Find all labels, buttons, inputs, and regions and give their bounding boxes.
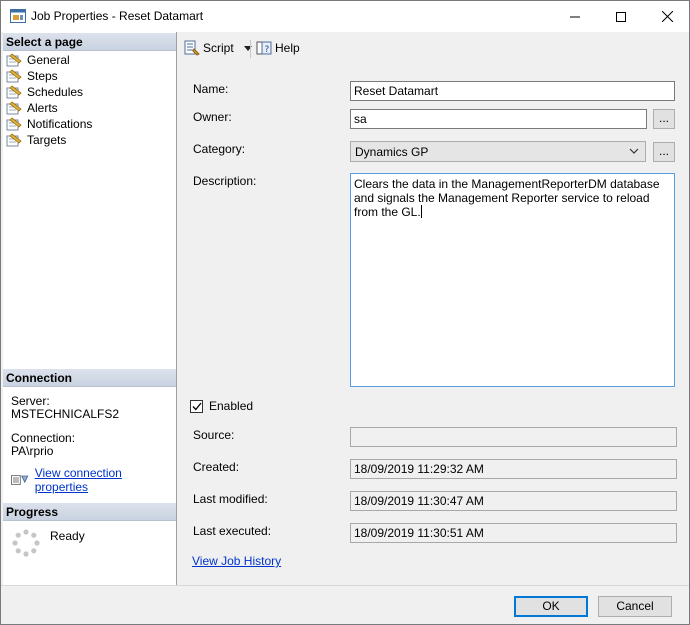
page-item-alerts[interactable]: Alerts [6,100,92,116]
connection-header: Connection [3,369,176,387]
wrench-page-icon [6,117,22,131]
connection-properties-icon [11,475,29,485]
page-item-targets[interactable]: Targets [6,132,92,148]
page-item-label: Alerts [27,101,58,115]
progress-header: Progress [3,503,176,521]
text-caret [420,205,422,218]
enabled-label: Enabled [209,399,254,413]
page-item-label: General [27,53,70,67]
svg-text:?: ? [265,45,270,55]
help-icon: ? [256,41,272,55]
source-label: Source: [193,428,235,442]
owner-field[interactable]: sa [350,109,647,129]
job-properties-dialog: Job Properties - Reset Datamart Select a… [0,0,690,625]
close-button[interactable] [644,1,690,32]
source-field [350,427,677,447]
progress-spinner-icon [12,529,40,557]
owner-label: Owner: [193,110,232,124]
category-selected: Dynamics GP [355,145,429,159]
name-label: Name: [193,82,229,96]
wrench-page-icon [6,53,22,67]
script-icon [184,40,200,56]
view-connection-properties[interactable]: View connection properties [11,466,176,494]
minimize-button[interactable] [552,1,598,32]
view-job-history-link[interactable]: View Job History [192,554,281,568]
category-browse-button[interactable]: ... [653,142,675,162]
page-item-label: Notifications [27,117,93,131]
window-title: Job Properties - Reset Datamart [31,9,204,23]
page-item-general[interactable]: General [6,52,92,68]
help-button[interactable]: ? Help [256,40,300,56]
app-icon [10,9,26,23]
page-item-label: Targets [27,133,67,147]
enabled-checkbox[interactable]: Enabled [190,399,253,413]
server-value: MSTECHNICALFS2 [11,407,120,421]
script-label: Script [203,41,234,55]
title-bar: Job Properties - Reset Datamart [1,1,689,32]
description-text: Clears the data in the ManagementReporte… [354,177,663,219]
wrench-page-icon [6,69,22,83]
wrench-page-icon [6,133,22,147]
maximize-icon [616,11,626,22]
last-modified-label: Last modified: [193,492,268,506]
general-page: Name: Reset Datamart Owner: sa ... Categ… [178,67,689,585]
page-item-label: Steps [27,69,58,83]
close-icon [661,11,673,22]
page-item-schedules[interactable]: Schedules [6,84,92,100]
page-list: General Steps Schedules Alerts Notifications… [6,52,92,148]
page-item-label: Schedules [27,85,84,99]
enabled-check-box[interactable] [190,399,203,413]
ok-button[interactable]: OK [514,596,588,617]
chevron-down-icon [629,148,639,154]
checkmark-icon [192,402,202,410]
dialog-footer: OK Cancel [1,585,689,624]
toolbar-separator [250,40,251,58]
wrench-page-icon [6,85,22,99]
help-label: Help [275,41,300,55]
cancel-button[interactable]: Cancel [598,596,672,617]
connection-value: PA\rprio [11,444,54,458]
created-label: Created: [193,460,240,474]
created-field: 18/09/2019 11:29:32 AM [350,459,677,479]
owner-browse-button[interactable]: ... [653,109,675,129]
page-item-notifications[interactable]: Notifications [6,116,92,132]
last-modified-field: 18/09/2019 11:30:47 AM [350,491,677,511]
left-pane: Select a page General Steps Schedules Alert… [3,32,177,585]
progress-status: Ready [50,529,85,543]
name-field[interactable]: Reset Datamart [350,81,675,101]
last-executed-label: Last executed: [193,524,272,538]
select-page-header: Select a page [3,33,176,51]
description-label: Description: [193,174,257,188]
category-dropdown[interactable]: Dynamics GP [350,141,646,162]
description-field[interactable]: Clears the data in the ManagementReporte… [350,173,675,387]
wrench-page-icon [6,101,22,115]
maximize-button[interactable] [598,1,644,32]
minimize-icon [570,16,580,17]
last-executed-field: 18/09/2019 11:30:51 AM [350,523,677,543]
page-item-steps[interactable]: Steps [6,68,92,84]
toolbar: Script ? Help [178,32,689,66]
script-button[interactable]: Script [184,40,252,56]
view-connection-properties-link[interactable]: View connection properties [35,466,176,494]
category-label: Category: [193,142,246,156]
